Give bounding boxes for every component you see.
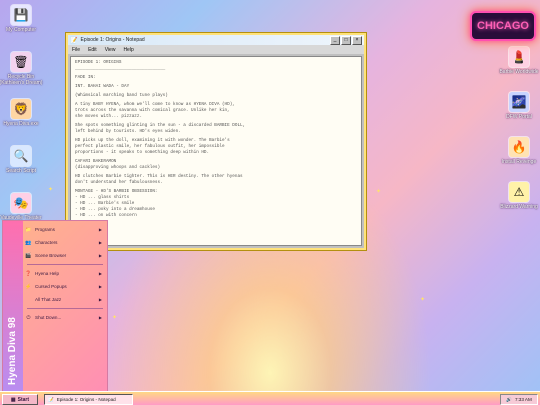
- hyena-icon: 🦁: [11, 99, 31, 119]
- desktop-icon[interactable]: 🔥 Install Revenge: [496, 137, 540, 165]
- submenu-arrow-icon: ▶: [98, 297, 102, 302]
- desktop-icon-label: Barbie Worldwide: [499, 69, 539, 75]
- sparkle-icon: ✦: [376, 189, 382, 195]
- start-menu-item-label: Hyena Help: [35, 271, 60, 276]
- barbie-icon: 💄: [509, 47, 529, 67]
- script-line: EPISODE 1: ORIGINS _____________________…: [75, 60, 166, 71]
- script-line: MONTAGE - HD'S BARBIE OBSESSION: - HD ..…: [75, 189, 158, 218]
- menu-edit[interactable]: Edit: [88, 47, 97, 53]
- sparkle-icon: ✦: [420, 297, 426, 303]
- theater-icon: 🎭: [11, 193, 31, 213]
- menu-view[interactable]: View: [105, 47, 116, 53]
- task-label: Episode 1: Origins - Notepad: [56, 397, 116, 402]
- menu-help[interactable]: Help: [123, 47, 133, 53]
- help-icon: ❓: [25, 270, 32, 277]
- start-menu: Hyena Diva 98 📁 Programs ▶ 👥 Characters ▶ 🎬 Sce…: [2, 220, 108, 392]
- menu-separator: [27, 264, 103, 265]
- sparkle-icon: ✦: [112, 315, 118, 321]
- floppy-icon: 💾: [11, 5, 31, 25]
- desktop-icon[interactable]: 💾 My Computer: [0, 5, 44, 33]
- desktop-icon[interactable]: ⚠ Blizzard Warning: [496, 182, 540, 210]
- portal-icon: 🌌: [509, 92, 529, 112]
- desktop-icon[interactable]: 🎭 Vaudeville Theater: [0, 193, 44, 221]
- start-menu-banner: Hyena Diva 98: [3, 221, 23, 391]
- start-menu-item-label: Characters: [35, 240, 58, 245]
- desktop-icon-label: Search Script: [5, 168, 36, 174]
- clock: 7:33 AM: [514, 397, 532, 402]
- start-menu-item[interactable]: 📁 Programs ▶: [25, 223, 105, 236]
- notepad-app-icon: 📝: [70, 37, 78, 44]
- submenu-arrow-icon: ▶: [98, 284, 102, 289]
- script-line: (Whimsical marching band tune plays): [75, 93, 168, 98]
- desktop-icon-label: Recycle Bin (Kathleen's Dream): [0, 74, 43, 86]
- system-tray: 🔊 7:33 AM: [500, 394, 538, 405]
- chicago-neon-sign[interactable]: CHICAGO: [470, 11, 536, 41]
- start-menu-item[interactable]: 👥 Characters ▶: [25, 236, 105, 249]
- submenu-arrow-icon: ▶: [98, 315, 102, 320]
- volume-icon[interactable]: 🔊: [506, 397, 512, 403]
- start-menu-item[interactable]: ⚡ Cursed Popups ▶: [25, 280, 105, 293]
- desktop-icon[interactable]: 🗑 Recycle Bin (Kathleen's Dream): [0, 52, 44, 86]
- submenu-arrow-icon: ▶: [98, 271, 102, 276]
- start-menu-item-label: All That Jazz: [35, 297, 62, 302]
- desktop-icon[interactable]: 🦁 Hyena Diva.exe: [0, 99, 44, 127]
- notepad-window[interactable]: 📝 Episode 1: Origins - Notepad _ □ × Fil…: [66, 33, 366, 250]
- revenge-icon: 🔥: [509, 137, 529, 157]
- menu-file[interactable]: File: [72, 47, 80, 53]
- menu-bar: File Edit View Help: [68, 45, 364, 54]
- submenu-arrow-icon: ▶: [98, 253, 102, 258]
- start-label: Start: [17, 396, 30, 403]
- start-menu-items: 📁 Programs ▶ 👥 Characters ▶ 🎬 Scene Browser ▶ ❓ Hy…: [25, 223, 105, 324]
- close-button[interactable]: ×: [352, 35, 362, 45]
- desktop-icon[interactable]: 💄 Barbie Worldwide: [496, 47, 540, 75]
- start-menu-item-label: Cursed Popups: [35, 284, 67, 289]
- notepad-task-icon: 📝: [48, 396, 54, 402]
- start-button[interactable]: ▦ Start: [2, 394, 38, 405]
- window-titlebar[interactable]: 📝 Episode 1: Origins - Notepad _ □ ×: [68, 35, 364, 45]
- start-menu-item[interactable]: ❓ Hyena Help ▶: [25, 267, 105, 280]
- shutdown-icon: ⏻: [26, 314, 31, 321]
- recycle-bin-icon: 🗑: [11, 52, 31, 72]
- start-menu-item[interactable]: ⏻ Shut Down... ▶: [25, 311, 105, 324]
- popup-icon: ⚡: [25, 283, 32, 290]
- desktop-icon[interactable]: 🌌 DFW Portal: [496, 92, 540, 120]
- text-editor-area[interactable]: EPISODE 1: ORIGINS _____________________…: [70, 56, 362, 246]
- start-menu-item[interactable]: 🎬 Scene Browser ▶: [25, 249, 105, 262]
- script-line: She spots something glinting in the sun …: [75, 123, 246, 134]
- submenu-arrow-icon: ▶: [98, 227, 102, 232]
- scene-icon: 🎬: [25, 252, 32, 259]
- start-menu-banner-text: Hyena Diva 98: [7, 317, 18, 385]
- script-line: FADE IN:: [75, 75, 96, 80]
- maximize-button[interactable]: □: [341, 35, 351, 45]
- menu-separator: [27, 308, 103, 309]
- start-menu-item[interactable]: All That Jazz ▶: [25, 293, 105, 306]
- windows-logo-icon: ▦: [10, 396, 16, 403]
- folder-icon: 📁: [25, 226, 32, 233]
- warning-icon: ⚠: [509, 182, 529, 202]
- script-line: HD picks up the doll, examining it with …: [75, 138, 230, 155]
- desktop-icon-label: DFW Portal: [506, 114, 532, 120]
- desktop-icon-label: Blizzard Warning: [500, 204, 538, 210]
- minimize-button[interactable]: _: [330, 35, 340, 45]
- characters-icon: 👥: [25, 239, 32, 246]
- submenu-arrow-icon: ▶: [98, 240, 102, 245]
- script-line: A tiny BABY HYENA, whom we'll come to kn…: [75, 102, 235, 119]
- desktop-icon[interactable]: 🔍 Search Script: [0, 146, 44, 174]
- script-line: CAFARI BAKERAMON (disapproving whoops an…: [75, 159, 161, 170]
- start-menu-item-label: Scene Browser: [35, 253, 67, 258]
- desktop-icon-label: Hyena Diva.exe: [3, 121, 39, 127]
- start-menu-item-label: Programs: [35, 227, 55, 232]
- script-line: HD clutches Barbie tighter. This is HER …: [75, 174, 243, 185]
- start-menu-item-label: Shut Down...: [35, 315, 62, 320]
- neon-sign-text: CHICAGO: [477, 20, 529, 32]
- taskbar-notepad-button[interactable]: 📝 Episode 1: Origins - Notepad: [44, 394, 133, 405]
- desktop-icon-label: Install Revenge: [501, 159, 537, 165]
- magnifier-icon: 🔍: [11, 146, 31, 166]
- sparkle-icon: ✦: [48, 187, 54, 193]
- taskbar: ▦ Start 📝 Episode 1: Origins - Notepad 🔊…: [0, 391, 540, 405]
- script-line: INT. BAHAI WADA - DAY: [75, 84, 130, 89]
- window-title: Episode 1: Origins - Notepad: [80, 37, 145, 43]
- desktop-icon-label: My Computer: [5, 27, 36, 33]
